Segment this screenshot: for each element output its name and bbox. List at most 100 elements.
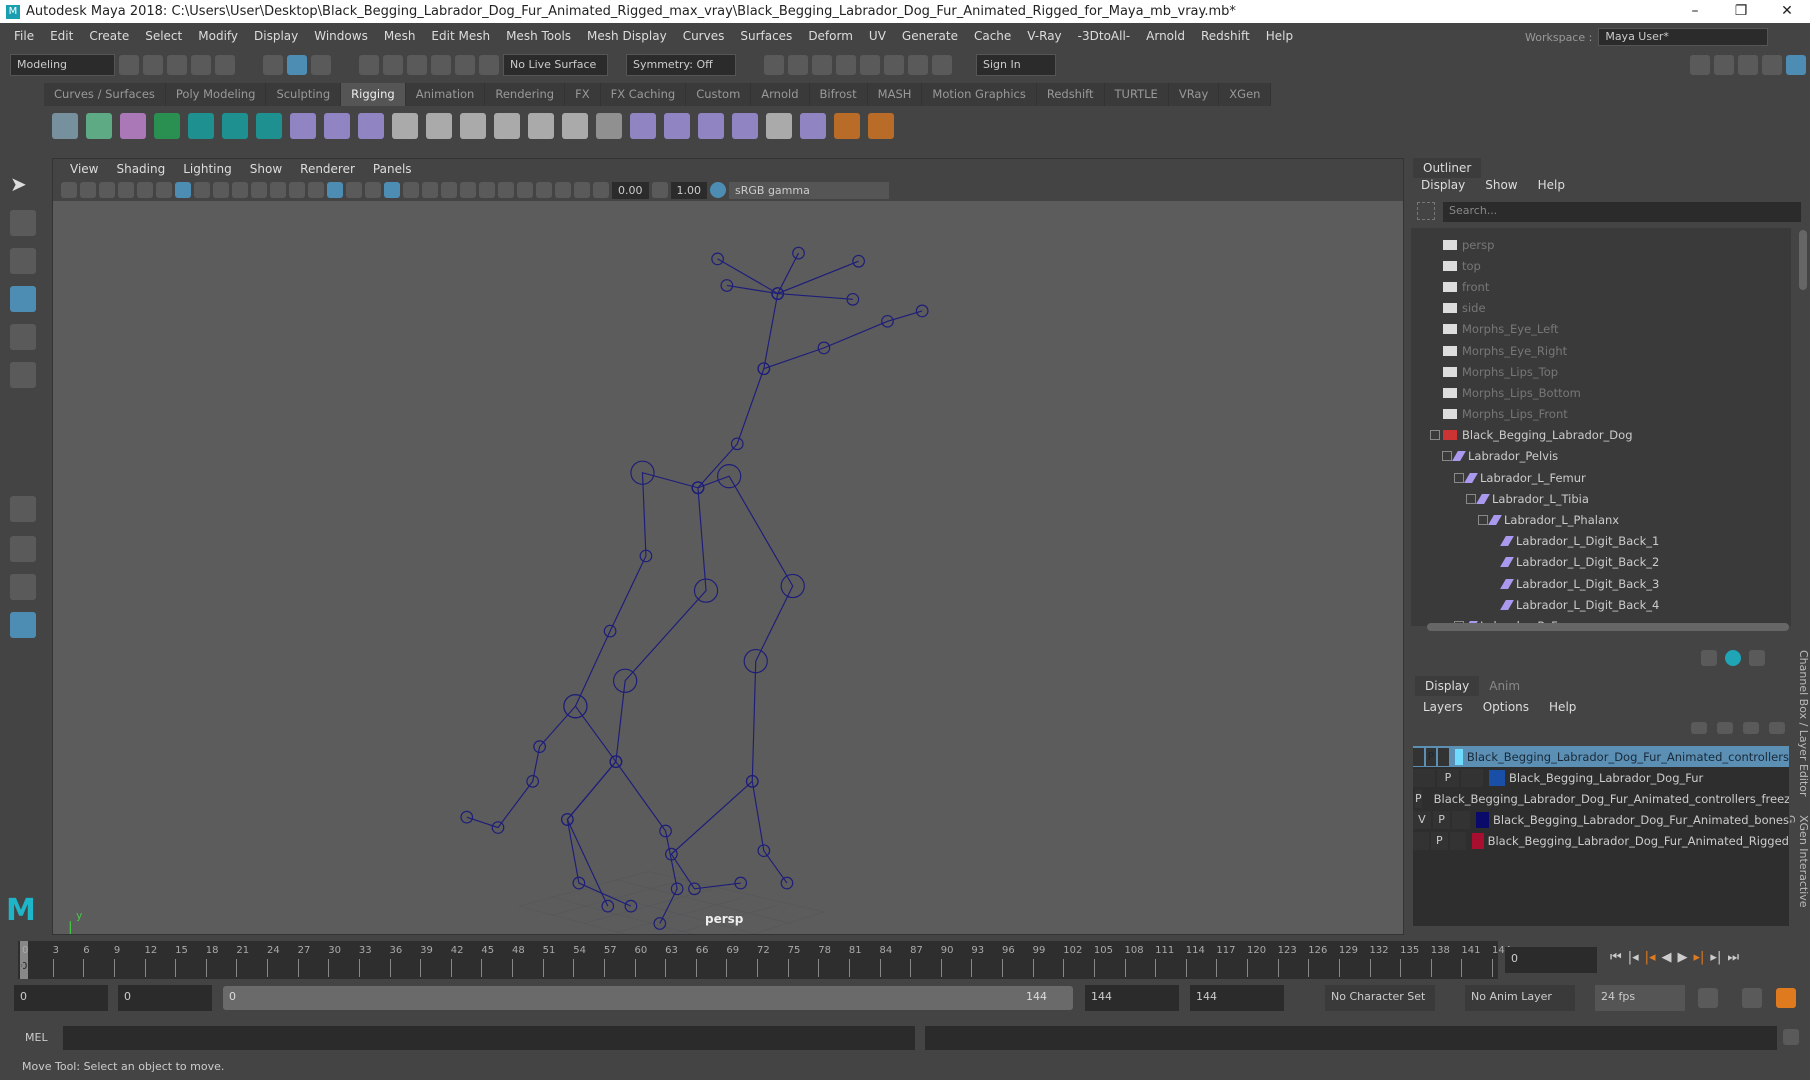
cluster-icon[interactable]: [664, 113, 690, 139]
outliner-item[interactable]: Labrador_L_Phalanx: [1411, 509, 1791, 530]
go-to-start-icon[interactable]: ⏮: [1610, 950, 1622, 965]
viewport-panel[interactable]: View Shading Lighting Show Renderer Panels 0.…: [52, 158, 1404, 935]
default-material-icon[interactable]: [346, 182, 362, 198]
expand-toggle-icon[interactable]: [1430, 430, 1440, 441]
rotate-tool-icon[interactable]: [10, 324, 36, 350]
filter-icon[interactable]: [1417, 202, 1435, 220]
outliner-vertical-scrollbar[interactable]: [1799, 230, 1807, 290]
resolution-gate-icon[interactable]: [213, 182, 229, 198]
menu-deform[interactable]: Deform: [808, 29, 853, 43]
menu-edit[interactable]: Edit: [50, 29, 73, 43]
outliner-horizontal-scrollbar[interactable]: [1427, 623, 1789, 631]
use-lights-icon[interactable]: [403, 182, 419, 198]
joint[interactable]: [720, 279, 734, 292]
workspace-selector[interactable]: Workspace : Maya User*: [1525, 28, 1769, 46]
smooth-bind-icon[interactable]: [494, 113, 520, 139]
menu-file[interactable]: File: [14, 29, 34, 43]
xray-icon[interactable]: [536, 182, 552, 198]
snap-surface-icon[interactable]: [455, 55, 475, 75]
render-view-icon[interactable]: [764, 55, 784, 75]
outliner-item[interactable]: Labrador_L_Tibia: [1411, 488, 1791, 509]
menu-help[interactable]: Help: [1266, 29, 1293, 43]
select-hierarchy-icon[interactable]: [263, 55, 283, 75]
create-character-icon[interactable]: [222, 113, 248, 139]
display-type-toggle[interactable]: [1452, 810, 1471, 829]
ambient-occlusion-icon[interactable]: [441, 182, 457, 198]
bone[interactable]: [697, 475, 794, 884]
bone[interactable]: [566, 761, 617, 907]
move-tool-icon[interactable]: [10, 286, 36, 312]
new-layer-selected-icon[interactable]: [1769, 722, 1785, 734]
human-ik-icon[interactable]: [188, 113, 214, 139]
menu-v-ray[interactable]: V-Ray: [1027, 29, 1061, 43]
create-skeleton-icon[interactable]: [392, 113, 418, 139]
shelf-tab-fx-caching[interactable]: FX Caching: [601, 83, 687, 106]
parent-constraint-icon[interactable]: [868, 113, 894, 139]
wrap-icon[interactable]: [698, 113, 724, 139]
mel-label[interactable]: MEL: [25, 1031, 48, 1044]
wireframe-icon[interactable]: [308, 182, 324, 198]
grease-pencil-icon[interactable]: [156, 182, 172, 198]
exposure-field[interactable]: 0.00: [612, 181, 649, 199]
move-layer-down-icon[interactable]: [1717, 722, 1733, 734]
bone[interactable]: [670, 780, 753, 890]
layer-editor-icon[interactable]: [1786, 55, 1806, 75]
mirror-joint-icon[interactable]: [290, 113, 316, 139]
menu-mesh-display[interactable]: Mesh Display: [587, 29, 667, 43]
outliner-item[interactable]: Labrador_Pelvis: [1411, 446, 1791, 467]
outliner-search-input[interactable]: Search...: [1443, 202, 1801, 222]
layer-tab-anim[interactable]: Anim: [1479, 676, 1531, 696]
menu-uv[interactable]: UV: [869, 29, 886, 43]
layer-row[interactable]: P Black_Begging_Labrador_Dog_Fur: [1413, 767, 1789, 788]
expand-toggle-icon[interactable]: [1466, 493, 1476, 504]
outliner-item[interactable]: Labrador_L_Femur: [1411, 467, 1791, 488]
film-gate-icon[interactable]: [194, 182, 210, 198]
menu-edit-mesh[interactable]: Edit Mesh: [431, 29, 490, 43]
snap-curve-icon[interactable]: [383, 55, 403, 75]
render-frame-icon[interactable]: [788, 55, 808, 75]
shelf-tab-arnold[interactable]: Arnold: [751, 83, 810, 106]
outliner-item[interactable]: Labrador_L_Digit_Back_4: [1411, 594, 1791, 615]
blend-shape-icon[interactable]: [732, 113, 758, 139]
color-management-toggle-icon[interactable]: [710, 182, 726, 198]
outliner-menu-display[interactable]: Display: [1421, 178, 1465, 192]
joint[interactable]: [792, 246, 805, 260]
orient-joint-icon[interactable]: [324, 113, 350, 139]
outliner-item[interactable]: Morphs_Lips_Top: [1411, 361, 1791, 382]
workspace-dropdown[interactable]: Maya User*: [1598, 28, 1769, 46]
outliner-item[interactable]: front: [1411, 276, 1791, 297]
outliner-item[interactable]: Morphs_Eye_Right: [1411, 340, 1791, 361]
step-back-frame-icon[interactable]: |◂: [1645, 950, 1656, 965]
move-layer-up-icon[interactable]: [1691, 722, 1707, 734]
camera-attributes-icon[interactable]: [80, 182, 96, 198]
visibility-toggle[interactable]: [1413, 831, 1430, 850]
shelf-tab-rendering[interactable]: Rendering: [485, 83, 566, 106]
playback-toggle[interactable]: P: [1432, 810, 1451, 829]
save-scene-icon[interactable]: [167, 55, 187, 75]
outliner-item[interactable]: Labrador_L_Digit_Back_1: [1411, 531, 1791, 552]
restore-button[interactable]: ❐: [1718, 0, 1764, 23]
fps-dropdown[interactable]: 24 fps: [1595, 985, 1685, 1011]
viewport-menu-renderer[interactable]: Renderer: [300, 162, 355, 176]
snap-view-icon[interactable]: [431, 55, 451, 75]
hypershade-icon[interactable]: [860, 55, 880, 75]
channel-box-icon[interactable]: [1762, 55, 1782, 75]
menu-modify[interactable]: Modify: [198, 29, 238, 43]
menu-display[interactable]: Display: [254, 29, 298, 43]
shelf-tab-turtle[interactable]: TURTLE: [1105, 83, 1169, 106]
viewport-menu-lighting[interactable]: Lighting: [183, 162, 232, 176]
menu-redshift[interactable]: Redshift: [1201, 29, 1250, 43]
menu-surfaces[interactable]: Surfaces: [740, 29, 792, 43]
anti-aliasing-icon[interactable]: [479, 182, 495, 198]
render-setup-icon[interactable]: [884, 55, 904, 75]
safe-title-icon[interactable]: [289, 182, 305, 198]
select-component-icon[interactable]: [311, 55, 331, 75]
joint[interactable]: [711, 252, 724, 266]
refresh-icon[interactable]: [1725, 650, 1741, 666]
edit-icon[interactable]: [1749, 650, 1765, 666]
bone[interactable]: [777, 260, 859, 295]
snap-live-icon[interactable]: [479, 55, 499, 75]
loop-icon[interactable]: [1698, 988, 1718, 1008]
expand-toggle-icon[interactable]: [1454, 472, 1464, 483]
anim-end-field[interactable]: 144: [1085, 985, 1179, 1011]
